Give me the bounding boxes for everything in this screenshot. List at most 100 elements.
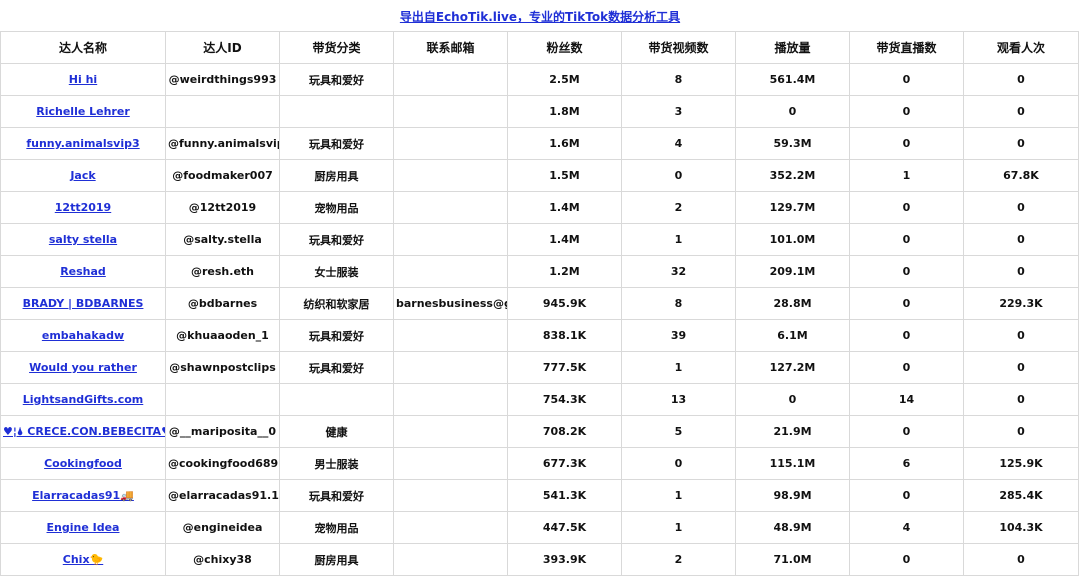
category-cell: 厨房用具 bbox=[279, 159, 394, 192]
category-cell: 玩具和爱好 bbox=[279, 63, 394, 96]
table-row: Cookingfood @cookingfood689 男士服装 677.3K … bbox=[0, 447, 1079, 480]
watchers-cell: 229.3K bbox=[963, 287, 1079, 320]
influencer-name-link[interactable]: Would you rather bbox=[29, 361, 137, 374]
videos-cell: 1 bbox=[621, 351, 736, 384]
followers-cell: 1.4M bbox=[507, 191, 622, 224]
category-cell: 玩具和爱好 bbox=[279, 223, 394, 256]
videos-cell: 39 bbox=[621, 319, 736, 352]
influencer-id: @chixy38 bbox=[165, 543, 280, 576]
influencer-name-link[interactable]: Engine Idea bbox=[47, 521, 120, 534]
lives-cell: 0 bbox=[849, 127, 964, 160]
followers-cell: 777.5K bbox=[507, 351, 622, 384]
influencer-name-link[interactable]: 12tt2019 bbox=[55, 201, 111, 214]
influencer-name-link[interactable]: Elarracadas91🚚 bbox=[32, 489, 134, 502]
table-row: Jack @foodmaker007 厨房用具 1.5M 0 352.2M 1 … bbox=[0, 159, 1079, 192]
views-cell: 0 bbox=[735, 95, 850, 128]
followers-cell: 2.5M bbox=[507, 63, 622, 96]
followers-cell: 1.6M bbox=[507, 127, 622, 160]
influencer-name-link[interactable]: Jack bbox=[70, 169, 95, 182]
col-header-views: 播放量 bbox=[735, 31, 850, 64]
influencer-id: @engineidea bbox=[165, 511, 280, 544]
table-row: embahakadw @khuaaoden_1 玩具和爱好 838.1K 39 … bbox=[0, 319, 1079, 352]
table-row: Reshad @resh.eth 女士服装 1.2M 32 209.1M 0 0 bbox=[0, 255, 1079, 288]
col-header-watchers: 观看人次 bbox=[963, 31, 1079, 64]
videos-cell: 8 bbox=[621, 63, 736, 96]
email-cell bbox=[393, 479, 508, 512]
followers-cell: 1.8M bbox=[507, 95, 622, 128]
influencer-id: @shawnpostclips bbox=[165, 351, 280, 384]
followers-cell: 1.2M bbox=[507, 255, 622, 288]
category-cell bbox=[279, 383, 394, 416]
lives-cell: 6 bbox=[849, 447, 964, 480]
followers-cell: 945.9K bbox=[507, 287, 622, 320]
lives-cell: 0 bbox=[849, 319, 964, 352]
followers-cell: 447.5K bbox=[507, 511, 622, 544]
videos-cell: 32 bbox=[621, 255, 736, 288]
category-cell: 厨房用具 bbox=[279, 543, 394, 576]
watchers-cell: 0 bbox=[963, 95, 1079, 128]
influencer-name-link[interactable]: BRADY | BDBARNES bbox=[23, 297, 144, 310]
export-source-banner: 导出自EchoTik.live，专业的TikTok数据分析工具 bbox=[0, 0, 1080, 31]
lives-cell: 0 bbox=[849, 223, 964, 256]
videos-cell: 8 bbox=[621, 287, 736, 320]
category-cell: 女士服装 bbox=[279, 255, 394, 288]
email-cell bbox=[393, 543, 508, 576]
videos-cell: 1 bbox=[621, 511, 736, 544]
videos-cell: 13 bbox=[621, 383, 736, 416]
table-row: Engine Idea @engineidea 宠物用品 447.5K 1 48… bbox=[0, 511, 1079, 544]
table-row: 12tt2019 @12tt2019 宠物用品 1.4M 2 129.7M 0 … bbox=[0, 191, 1079, 224]
email-cell bbox=[393, 351, 508, 384]
followers-cell: 393.9K bbox=[507, 543, 622, 576]
influencer-name-link[interactable]: salty stella bbox=[49, 233, 117, 246]
influencer-name-link[interactable]: Chix🐤 bbox=[63, 553, 103, 566]
influencer-name-link[interactable]: embahakadw bbox=[42, 329, 124, 342]
category-cell: 玩具和爱好 bbox=[279, 319, 394, 352]
influencer-id: @elarracadas91.1 bbox=[165, 479, 280, 512]
views-cell: 101.0M bbox=[735, 223, 850, 256]
watchers-cell: 0 bbox=[963, 191, 1079, 224]
echotik-link[interactable]: 导出自EchoTik.live，专业的TikTok数据分析工具 bbox=[400, 10, 680, 24]
email-cell bbox=[393, 191, 508, 224]
email-cell bbox=[393, 255, 508, 288]
influencer-name-link[interactable]: Hi hi bbox=[69, 73, 97, 86]
videos-cell: 3 bbox=[621, 95, 736, 128]
influencer-name-link[interactable]: funny.animalsvip3 bbox=[26, 137, 139, 150]
watchers-cell: 0 bbox=[963, 415, 1079, 448]
col-header-followers: 粉丝数 bbox=[507, 31, 622, 64]
videos-cell: 1 bbox=[621, 223, 736, 256]
watchers-cell: 0 bbox=[963, 223, 1079, 256]
influencer-id: @12tt2019 bbox=[165, 191, 280, 224]
influencer-id: @funny.animalsvip3 bbox=[165, 127, 280, 160]
influencer-name-link[interactable]: ♥¦🌢 CRECE.CON.BEBECITA♥¦🌢 bbox=[3, 425, 165, 438]
views-cell: 6.1M bbox=[735, 319, 850, 352]
email-cell bbox=[393, 319, 508, 352]
influencer-name-link[interactable]: Cookingfood bbox=[44, 457, 122, 470]
influencer-id: @salty.stella bbox=[165, 223, 280, 256]
lives-cell: 0 bbox=[849, 287, 964, 320]
influencer-id: @bdbarnes bbox=[165, 287, 280, 320]
influencer-name-link[interactable]: LightsandGifts.com bbox=[23, 393, 144, 406]
videos-cell: 0 bbox=[621, 447, 736, 480]
category-cell: 宠物用品 bbox=[279, 511, 394, 544]
lives-cell: 4 bbox=[849, 511, 964, 544]
category-cell: 玩具和爱好 bbox=[279, 351, 394, 384]
influencer-name-link[interactable]: Richelle Lehrer bbox=[36, 105, 130, 118]
views-cell: 48.9M bbox=[735, 511, 850, 544]
followers-cell: 754.3K bbox=[507, 383, 622, 416]
category-cell: 健康 bbox=[279, 415, 394, 448]
watchers-cell: 0 bbox=[963, 63, 1079, 96]
videos-cell: 2 bbox=[621, 543, 736, 576]
email-cell bbox=[393, 415, 508, 448]
category-cell: 宠物用品 bbox=[279, 191, 394, 224]
table-row: salty stella @salty.stella 玩具和爱好 1.4M 1 … bbox=[0, 223, 1079, 256]
col-header-category: 带货分类 bbox=[279, 31, 394, 64]
email-cell bbox=[393, 95, 508, 128]
views-cell: 0 bbox=[735, 383, 850, 416]
email-cell bbox=[393, 127, 508, 160]
views-cell: 21.9M bbox=[735, 415, 850, 448]
influencer-name-link[interactable]: Reshad bbox=[60, 265, 106, 278]
email-cell bbox=[393, 511, 508, 544]
table-row: Chix🐤 @chixy38 厨房用具 393.9K 2 71.0M 0 0 bbox=[0, 543, 1079, 576]
table-row: BRADY | BDBARNES @bdbarnes 纺织和软家居 barnes… bbox=[0, 287, 1079, 320]
watchers-cell: 0 bbox=[963, 255, 1079, 288]
